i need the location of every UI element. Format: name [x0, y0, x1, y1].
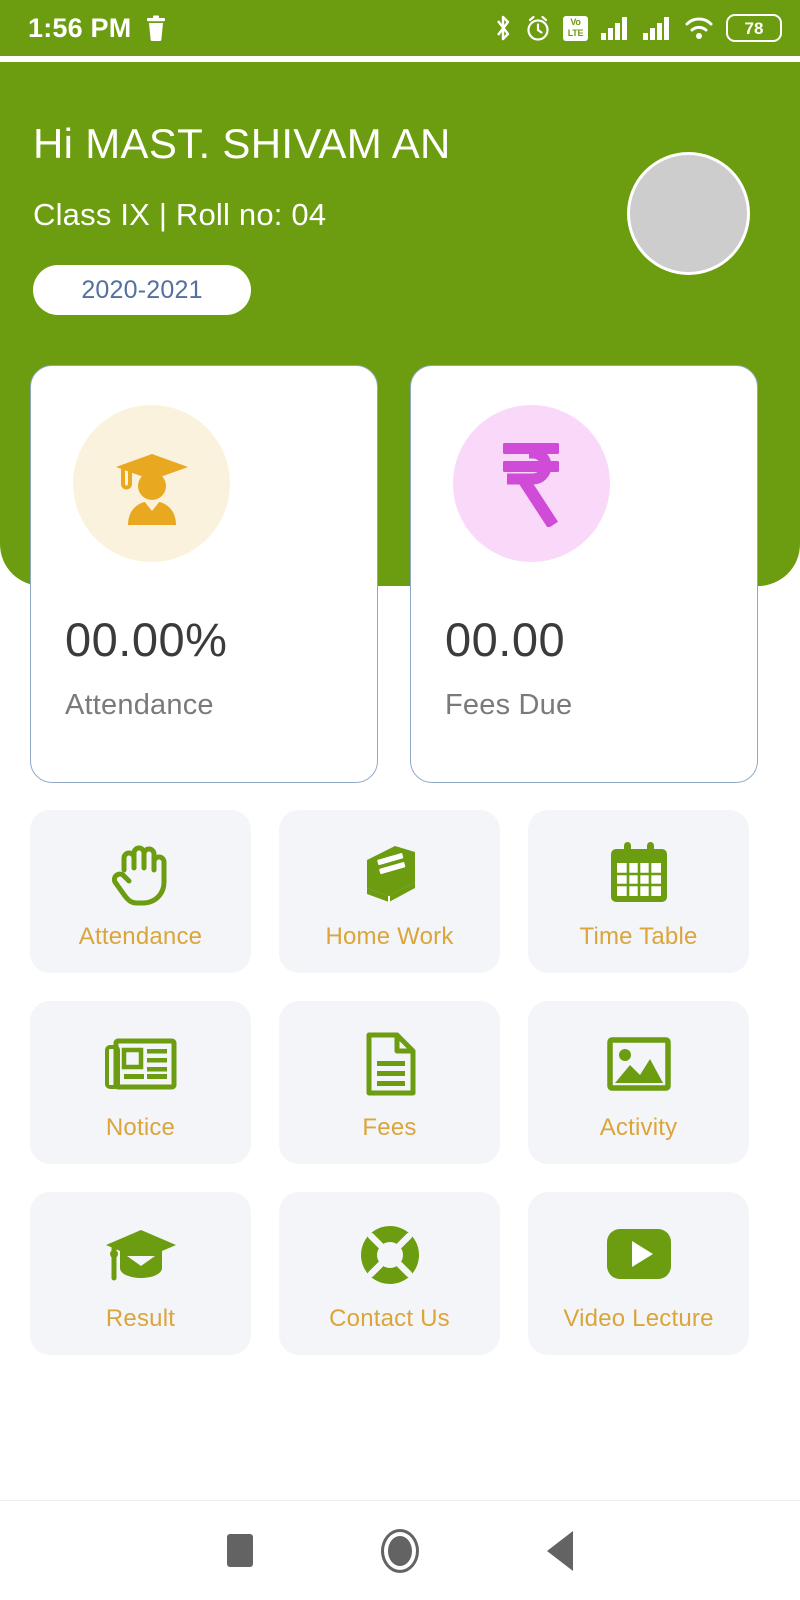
- battery-icon: 78: [726, 14, 782, 42]
- graduate-student-icon: [115, 453, 188, 525]
- tile-attendance[interactable]: Attendance: [30, 810, 251, 973]
- avatar[interactable]: [627, 152, 750, 275]
- tile-fees-label: Fees: [362, 1114, 417, 1141]
- wifi-icon: [685, 17, 713, 39]
- fees-due-stat-card[interactable]: 00.00 Fees Due: [410, 365, 758, 783]
- status-bar-clock: 1:56 PM: [28, 12, 132, 43]
- lifebuoy-icon: [353, 1216, 427, 1294]
- back-button[interactable]: [525, 1516, 595, 1586]
- tile-result-label: Result: [105, 1305, 176, 1332]
- session-year-label: 2020-2021: [81, 275, 203, 304]
- newspaper-icon: [102, 1025, 180, 1103]
- app-screen: 1:56 PM Vo LTE 78 Hi MAST. SHIVAM AN Cla…: [0, 0, 800, 1600]
- tile-home-work-label: Home Work: [325, 923, 454, 950]
- menu-grid: Attendance Home Work Time Table Notice F…: [30, 810, 770, 1355]
- tile-video-lecture-label: Video Lecture: [563, 1305, 714, 1332]
- status-bar: 1:56 PM Vo LTE 78: [0, 0, 800, 56]
- home-circle-inner: [388, 1535, 412, 1566]
- tile-contact-us-label: Contact Us: [329, 1305, 450, 1332]
- tile-activity-label: Activity: [599, 1114, 678, 1141]
- tile-time-table[interactable]: Time Table: [528, 810, 749, 973]
- raised-hand-icon: [104, 834, 178, 912]
- attendance-label: Attendance: [65, 689, 214, 721]
- fees-due-label: Fees Due: [445, 689, 573, 721]
- play-button-icon: [599, 1216, 679, 1294]
- signal-bars-2-icon: [643, 17, 669, 40]
- calendar-icon: [602, 834, 676, 912]
- status-bar-left: 1:56 PM: [28, 12, 167, 43]
- tile-time-table-label: Time Table: [579, 923, 698, 950]
- volte-icon: Vo LTE: [563, 15, 588, 41]
- attendance-stat-card[interactable]: 00.00% Attendance: [30, 365, 378, 783]
- alarm-icon: [527, 15, 549, 41]
- recents-button[interactable]: [205, 1516, 275, 1586]
- graduation-cap-icon: [102, 1216, 180, 1294]
- android-nav-bar: [0, 1501, 800, 1600]
- home-circle-icon: [381, 1528, 419, 1573]
- tile-fees[interactable]: Fees: [279, 1001, 500, 1164]
- fees-icon-circle: [453, 405, 610, 562]
- battery-level-text: 78: [744, 18, 764, 38]
- recents-square-icon: [227, 1534, 253, 1567]
- signal-bars-icon: [601, 17, 627, 40]
- tile-attendance-label: Attendance: [78, 923, 203, 950]
- attendance-icon-circle: [73, 405, 230, 562]
- tile-activity[interactable]: Activity: [528, 1001, 749, 1164]
- fees-due-value: 00.00: [445, 613, 566, 666]
- tile-video-lecture[interactable]: Video Lecture: [528, 1192, 749, 1355]
- home-button[interactable]: [365, 1516, 435, 1586]
- image-icon: [602, 1025, 676, 1103]
- volte-top-text: Vo: [570, 16, 581, 27]
- tile-notice[interactable]: Notice: [30, 1001, 251, 1164]
- tile-result[interactable]: Result: [30, 1192, 251, 1355]
- back-triangle-icon: [547, 1530, 573, 1571]
- book-icon: [353, 834, 427, 912]
- volte-bottom-text: LTE: [567, 27, 584, 38]
- document-icon: [353, 1025, 427, 1103]
- student-class-roll: Class IX | Roll no: 04: [33, 197, 327, 232]
- session-year-pill[interactable]: 2020-2021: [33, 265, 251, 315]
- attendance-value: 00.00%: [65, 613, 228, 666]
- tile-home-work[interactable]: Home Work: [279, 810, 500, 973]
- page-title: Hi MAST. SHIVAM AN: [33, 120, 451, 167]
- status-bar-right: Vo LTE 78: [493, 14, 782, 42]
- rupee-icon: [502, 442, 559, 527]
- bluetooth-icon: [497, 15, 510, 41]
- tile-notice-label: Notice: [105, 1114, 176, 1141]
- trash-icon: [147, 15, 166, 41]
- tile-contact-us[interactable]: Contact Us: [279, 1192, 500, 1355]
